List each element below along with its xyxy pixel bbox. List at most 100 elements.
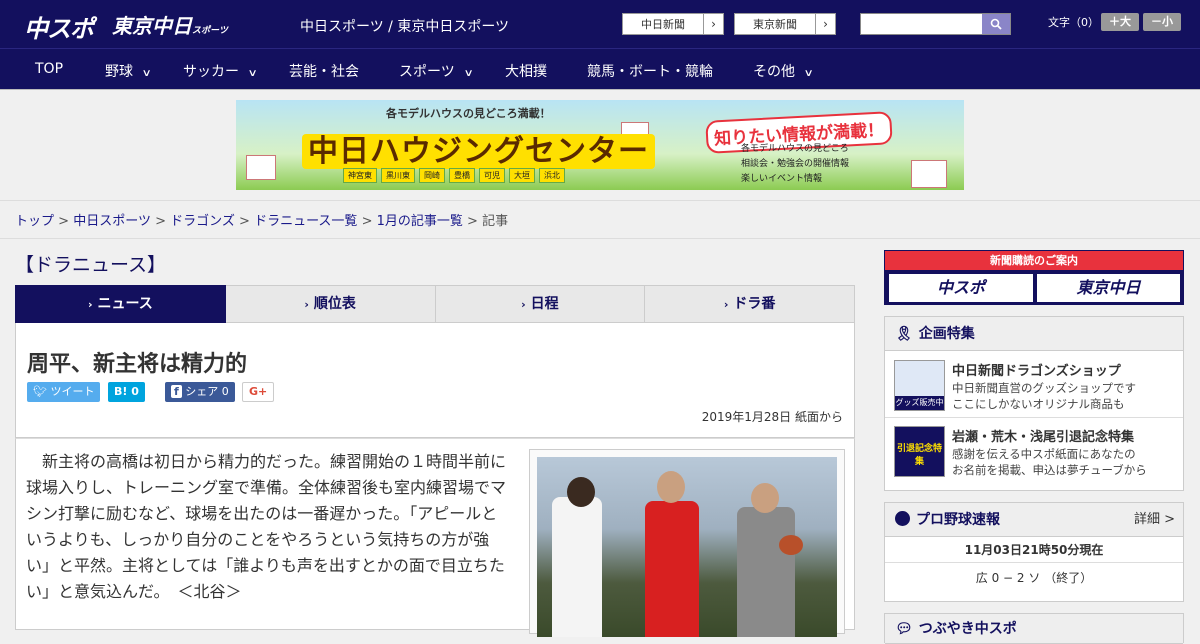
tweet-button[interactable]: 🐦︎ ツイート [27, 382, 101, 402]
main-content: 【ドラニュース】 › ニュース › 順位表 › 日程 › ドラ番 周平、新主将は精力的 … [15, 248, 855, 637]
breadcrumb-january-list[interactable]: 1月の記事一覧 [377, 214, 463, 229]
feature-title[interactable]: 中日新聞ドラゴンズショップ [952, 360, 1121, 379]
search-button[interactable] [982, 14, 1010, 34]
feature-title[interactable]: 岩瀬・荒木・浅尾引退記念特集 [952, 426, 1134, 445]
score-line[interactable]: 広 0 − 2 ソ （終了） [885, 563, 1183, 593]
facebook-share-button[interactable]: f シェア 0 [165, 382, 235, 402]
nav-sumo[interactable]: 大相撲 [505, 61, 547, 81]
tab-standings[interactable]: › 順位表 [225, 285, 436, 323]
tab-doraban-label: ドラ番 [733, 296, 776, 312]
tokyo-shimbun-label: 東京新聞 [753, 18, 797, 31]
banner-town: 豊橋 [449, 168, 475, 183]
nav-soccer-label: サッカー [183, 64, 239, 80]
nav-divider [0, 89, 1200, 90]
nav-racing[interactable]: 競馬・ボート・競輪 [587, 61, 713, 81]
article-photo[interactable] [537, 457, 837, 637]
tweet-label: ツイート [50, 385, 95, 398]
nav-sumo-label: 大相撲 [505, 64, 547, 80]
nav-soccer[interactable]: サッカー ∨ [183, 61, 258, 81]
chevron-right-icon: › [815, 14, 835, 34]
ribbon-icon: 🎗︎ [895, 326, 913, 342]
chevron-down-icon: ∨ [803, 68, 814, 79]
breadcrumb-dragons[interactable]: ドラゴンズ [170, 214, 235, 229]
facebook-icon: f [171, 385, 182, 398]
tokyo-chunichi-logo-sub: スポーツ [192, 26, 228, 36]
breadcrumb-separator: > [361, 214, 373, 229]
tab-news-label: ニュース [97, 296, 153, 312]
banner-towns: 神宮東 黒川東 岡崎 豊橋 可児 大垣 浜北 [343, 168, 565, 183]
feature-thumbnail: グッズ販売中 [894, 360, 945, 411]
chevron-right-icon: › [703, 14, 723, 34]
speech-bubble-icon: 💬︎ [895, 621, 913, 637]
photo-player-head [751, 483, 779, 513]
banner-town: 岡崎 [419, 168, 445, 183]
article-header: 周平、新主将は精力的 🐦︎ ツイート B! 0 f シェア 0 G+ 2019年… [15, 323, 855, 438]
feature-item[interactable]: 引退記念特集 岩瀬・荒木・浅尾引退記念特集 感謝を伝える中スポ紙面にあなたの お名… [885, 418, 1183, 484]
tokyo-chunichi-logo[interactable]: 東京中日スポーツ [112, 10, 228, 39]
chevron-right-icon: › [304, 298, 309, 311]
nav-entertainment[interactable]: 芸能・社会 [289, 61, 359, 81]
score-time: 11月03日21時50分現在 [885, 537, 1183, 563]
breadcrumb-dora-news-list[interactable]: ドラニュース一覧 [254, 214, 357, 229]
font-smaller-button[interactable]: －小 [1143, 13, 1181, 31]
tab-schedule[interactable]: › 日程 [435, 285, 646, 323]
subscribe-chuspo-logo[interactable]: 中スポ [889, 274, 1033, 302]
baseball-icon [895, 511, 910, 526]
hatena-bookmark-button[interactable]: B! 0 [108, 382, 145, 402]
breadcrumb: トップ > 中日スポーツ > ドラゴンズ > ドラニュース一覧 > 1月の記事一… [15, 210, 508, 229]
tokyo-chunichi-logo-text: 東京中日 [112, 14, 192, 38]
chevron-down-icon: ∨ [463, 68, 474, 79]
news-tabs: › ニュース › 順位表 › 日程 › ドラ番 [15, 285, 855, 330]
article-text: 新主将の高橋は初日から精力的だった。練習開始の１時間半前に球場入りし、トレーニン… [26, 452, 507, 601]
tab-standings-label: 順位表 [313, 296, 356, 312]
banner-town: 黒川東 [381, 168, 415, 183]
score-more-link[interactable]: 詳細 > [1134, 503, 1175, 537]
feature-item[interactable]: グッズ販売中 中日新聞ドラゴンズショップ 中日新聞直営のグッズショップです ここに… [885, 352, 1183, 418]
photo-glove [779, 535, 803, 555]
google-plus-button[interactable]: G+ [242, 382, 275, 402]
subscribe-tokyo-chunichi-logo[interactable]: 東京中日 [1037, 274, 1180, 302]
chevron-right-icon: › [521, 298, 526, 311]
subscription-box[interactable]: 新聞購読のご案内 中スポ 東京中日 [884, 250, 1184, 305]
chevron-down-icon: ∨ [141, 68, 152, 79]
nav-sports[interactable]: スポーツ ∨ [399, 61, 474, 81]
breadcrumb-separator: > [239, 214, 250, 229]
banner-title: 中日ハウジングセンター [302, 126, 655, 170]
banner-house-illustration [911, 160, 947, 188]
tsubuyaki-head: 💬︎ つぶやき中スポ [885, 614, 1183, 644]
article-headline: 周平、新主将は精力的 [27, 352, 248, 377]
photo-player [737, 507, 795, 637]
banner-list: 各モデルハウスの見どころ 相談会・勉強会の開催情報 楽しいイベント情報 [741, 142, 849, 187]
tab-doraban[interactable]: › ドラ番 [645, 285, 855, 323]
feature-thumbnail: 引退記念特集 [894, 426, 945, 477]
tokyo-shimbun-link[interactable]: 東京新聞 › [734, 13, 836, 35]
search-input[interactable] [860, 13, 1011, 35]
nav-sports-label: スポーツ [399, 64, 455, 80]
tab-news[interactable]: › ニュース [15, 285, 226, 330]
banner-town: 大垣 [509, 168, 535, 183]
nav-baseball[interactable]: 野球 ∨ [105, 61, 152, 81]
breadcrumb-chuspo[interactable]: 中日スポーツ [73, 214, 151, 229]
section-title: 【ドラニュース】 [15, 254, 167, 276]
chuspo-logo[interactable]: 中スポ [24, 9, 94, 44]
banner-town: 神宮東 [343, 168, 377, 183]
site-tagline: 中日スポーツ / 東京中日スポーツ [300, 19, 510, 35]
banner-title-text: 中日ハウジングセンター [302, 134, 655, 169]
search-icon [990, 18, 1002, 30]
chunichi-shimbun-link[interactable]: 中日新聞 › [622, 13, 724, 35]
main-nav: TOP 野球 ∨ サッカー ∨ 芸能・社会 スポーツ ∨ 大相撲 競馬・ボート・競輪 … [0, 48, 1200, 89]
nav-other[interactable]: その他 ∨ [753, 61, 814, 81]
font-bigger-button[interactable]: ＋大 [1101, 13, 1139, 31]
tsubuyaki-card: 💬︎ つぶやき中スポ [884, 613, 1184, 644]
feature-desc: 中日新聞直営のグッズショップです ここにしかないオリジナル商品も [952, 380, 1136, 412]
facebook-share-label: シェア 0 [185, 385, 229, 398]
nav-top[interactable]: TOP [35, 61, 63, 77]
photo-player-head [567, 477, 595, 507]
banner-list-item: 相談会・勉強会の開催情報 [741, 159, 850, 169]
banner-town: 可児 [479, 168, 505, 183]
housing-center-banner[interactable]: 各モデルハウスの見どころ満載！ 中日ハウジングセンター 知りたい情報が満載！ 各… [236, 100, 964, 190]
breadcrumb-top[interactable]: トップ [15, 214, 54, 229]
feature-thumbnail-label: グッズ販売中 [895, 396, 944, 410]
nav-top-label: TOP [35, 61, 64, 77]
tab-schedule-label: 日程 [530, 296, 559, 312]
